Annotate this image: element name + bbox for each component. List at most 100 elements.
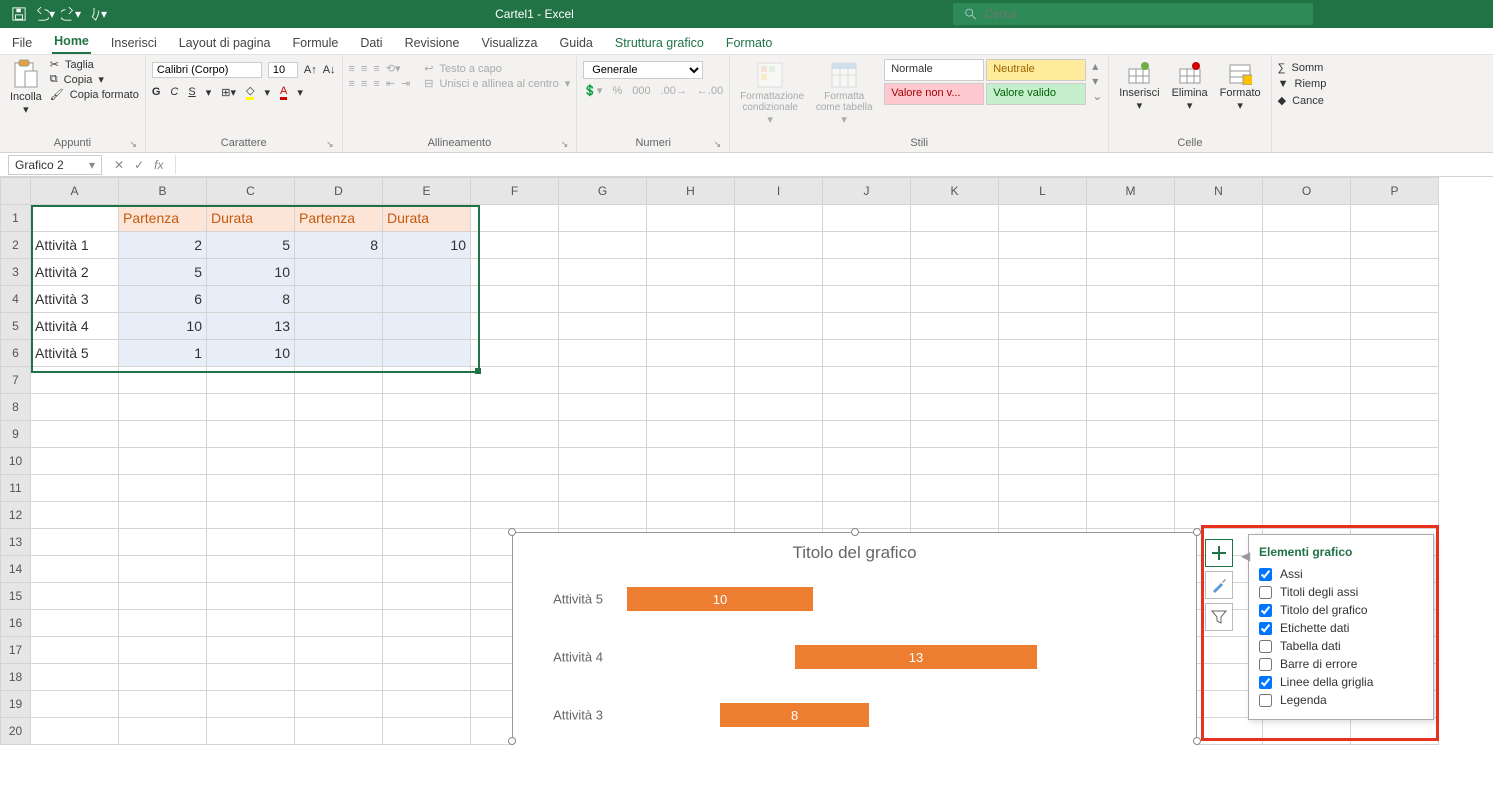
col-header-K[interactable]: K xyxy=(911,178,999,205)
cell-L2[interactable] xyxy=(999,232,1087,259)
styles-down[interactable]: ▾ xyxy=(1092,74,1102,88)
cell-B8[interactable] xyxy=(119,394,207,421)
cell-N11[interactable] xyxy=(1175,475,1263,502)
cell-I11[interactable] xyxy=(735,475,823,502)
style-neutral[interactable]: Neutrale xyxy=(986,59,1086,81)
flyout-checkbox[interactable] xyxy=(1259,604,1272,617)
cell-N1[interactable] xyxy=(1175,205,1263,232)
merge-center-button[interactable]: ⊟Unisci e allinea al centro ▾ xyxy=(424,76,570,91)
chart-object[interactable]: Titolo del grafico Attività 510Attività … xyxy=(512,532,1197,745)
cell-L3[interactable] xyxy=(999,259,1087,286)
styles-more[interactable]: ⌄ xyxy=(1092,89,1102,103)
row-header-6[interactable]: 6 xyxy=(1,340,31,367)
cell-H12[interactable] xyxy=(647,502,735,529)
row-header-14[interactable]: 14 xyxy=(1,556,31,583)
tab-layout[interactable]: Layout di pagina xyxy=(177,32,273,54)
cell-B20[interactable] xyxy=(119,718,207,745)
cell-H11[interactable] xyxy=(647,475,735,502)
cell-E12[interactable] xyxy=(383,502,471,529)
cell-L8[interactable] xyxy=(999,394,1087,421)
cell-J8[interactable] xyxy=(823,394,911,421)
cell-F12[interactable] xyxy=(471,502,559,529)
cell-F5[interactable] xyxy=(471,313,559,340)
cell-B15[interactable] xyxy=(119,583,207,610)
tab-help[interactable]: Guida xyxy=(558,32,595,54)
cell-F11[interactable] xyxy=(471,475,559,502)
cell-K3[interactable] xyxy=(911,259,999,286)
cell-C3[interactable]: 10 xyxy=(207,259,295,286)
cell-A13[interactable] xyxy=(31,529,119,556)
cell-E18[interactable] xyxy=(383,664,471,691)
row-header-13[interactable]: 13 xyxy=(1,529,31,556)
cell-E9[interactable] xyxy=(383,421,471,448)
cell-G12[interactable] xyxy=(559,502,647,529)
cell-D4[interactable] xyxy=(295,286,383,313)
cell-A12[interactable] xyxy=(31,502,119,529)
cell-K12[interactable] xyxy=(911,502,999,529)
cell-C16[interactable] xyxy=(207,610,295,637)
orientation-button[interactable]: ⟲▾ xyxy=(386,62,401,75)
cell-E16[interactable] xyxy=(383,610,471,637)
row-header-3[interactable]: 3 xyxy=(1,259,31,286)
cell-F6[interactable] xyxy=(471,340,559,367)
format-cells-button[interactable]: Formato▾ xyxy=(1216,59,1265,114)
conditional-formatting-button[interactable]: Formattazione condizionale▾ xyxy=(736,59,804,128)
cell-J11[interactable] xyxy=(823,475,911,502)
row-header-9[interactable]: 9 xyxy=(1,421,31,448)
cell-L7[interactable] xyxy=(999,367,1087,394)
cell-E14[interactable] xyxy=(383,556,471,583)
cell-C15[interactable] xyxy=(207,583,295,610)
cell-L9[interactable] xyxy=(999,421,1087,448)
cell-J3[interactable] xyxy=(823,259,911,286)
cell-I2[interactable] xyxy=(735,232,823,259)
cell-K11[interactable] xyxy=(911,475,999,502)
cell-I1[interactable] xyxy=(735,205,823,232)
cell-B6[interactable]: 1 xyxy=(119,340,207,367)
cell-B4[interactable]: 6 xyxy=(119,286,207,313)
cell-N10[interactable] xyxy=(1175,448,1263,475)
cell-M10[interactable] xyxy=(1087,448,1175,475)
cell-D1[interactable]: Partenza xyxy=(295,205,383,232)
cell-A11[interactable] xyxy=(31,475,119,502)
cell-B1[interactable]: Partenza xyxy=(119,205,207,232)
cell-M9[interactable] xyxy=(1087,421,1175,448)
cell-A18[interactable] xyxy=(31,664,119,691)
tab-insert[interactable]: Inserisci xyxy=(109,32,159,54)
indent-decrease-button[interactable]: ⇤ xyxy=(386,77,395,90)
col-header-M[interactable]: M xyxy=(1087,178,1175,205)
row-header-2[interactable]: 2 xyxy=(1,232,31,259)
cell-C13[interactable] xyxy=(207,529,295,556)
cell-G10[interactable] xyxy=(559,448,647,475)
cell-A10[interactable] xyxy=(31,448,119,475)
cell-H9[interactable] xyxy=(647,421,735,448)
align-left-button[interactable]: ≡ xyxy=(349,78,355,90)
font-launcher[interactable]: ↘ xyxy=(326,139,334,150)
cell-K7[interactable] xyxy=(911,367,999,394)
cell-A17[interactable] xyxy=(31,637,119,664)
cell-H1[interactable] xyxy=(647,205,735,232)
currency-button[interactable]: 💲▾ xyxy=(583,84,602,97)
cell-D10[interactable] xyxy=(295,448,383,475)
cell-F2[interactable] xyxy=(471,232,559,259)
row-header-12[interactable]: 12 xyxy=(1,502,31,529)
cell-K5[interactable] xyxy=(911,313,999,340)
cell-B16[interactable] xyxy=(119,610,207,637)
cell-A9[interactable] xyxy=(31,421,119,448)
cell-P4[interactable] xyxy=(1351,286,1439,313)
cell-M3[interactable] xyxy=(1087,259,1175,286)
cell-K1[interactable] xyxy=(911,205,999,232)
paste-button[interactable]: Incolla▾ xyxy=(6,57,46,118)
cell-P6[interactable] xyxy=(1351,340,1439,367)
flyout-item-3[interactable]: Etichette dati xyxy=(1259,619,1423,637)
flyout-checkbox[interactable] xyxy=(1259,586,1272,599)
cell-A15[interactable] xyxy=(31,583,119,610)
format-as-table-button[interactable]: Formatta come tabella▾ xyxy=(810,59,878,128)
cell-E11[interactable] xyxy=(383,475,471,502)
cell-O20[interactable] xyxy=(1263,718,1351,745)
cell-E7[interactable] xyxy=(383,367,471,394)
cell-G5[interactable] xyxy=(559,313,647,340)
align-middle-button[interactable]: ≡ xyxy=(361,63,367,75)
cell-B5[interactable]: 10 xyxy=(119,313,207,340)
cell-A7[interactable] xyxy=(31,367,119,394)
col-header-I[interactable]: I xyxy=(735,178,823,205)
